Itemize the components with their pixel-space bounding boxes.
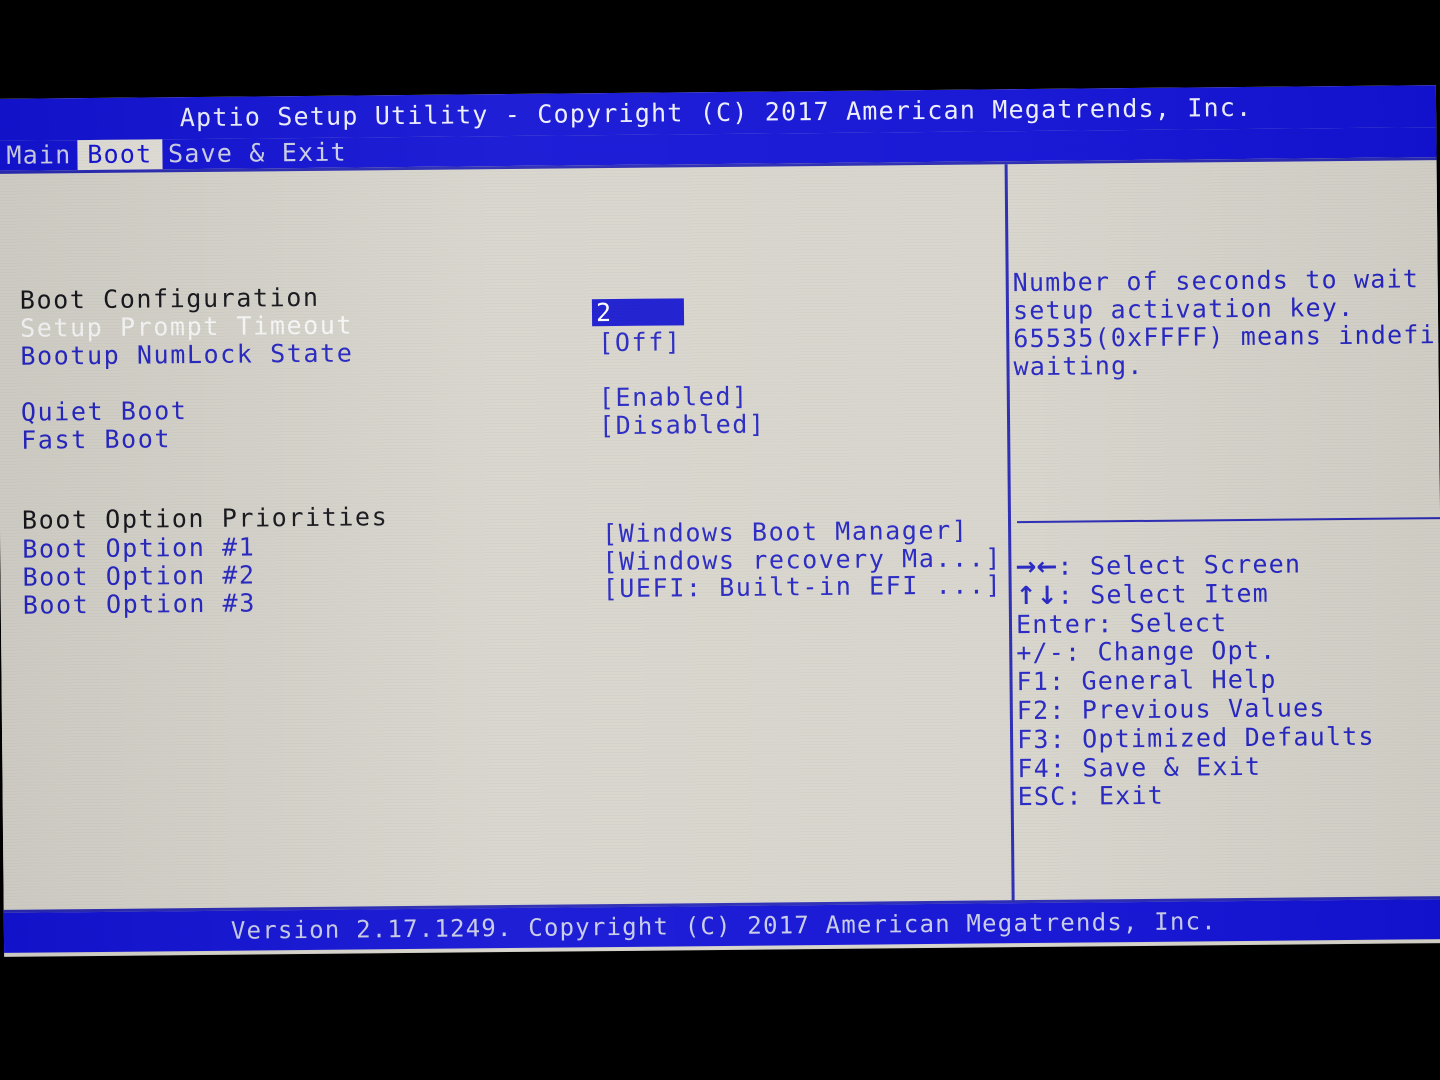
key-legend-item-1: →←: Select Screen: [1015, 549, 1301, 581]
setting-label-fast-boot[interactable]: Fast Boot: [21, 424, 171, 454]
setting-label-quiet-boot[interactable]: Quiet Boot: [21, 396, 188, 427]
section-title-boot-configuration: Boot Configuration: [19, 282, 320, 315]
setting-value-fast-boot[interactable]: [Disabled]: [599, 410, 766, 441]
key-legend-item-8: F4: Save & Exit: [1017, 751, 1262, 783]
key-legend-item-5: F1: General Help: [1016, 664, 1277, 697]
help-text-line-4: waiting.: [1013, 350, 1144, 382]
boot-option-label-3[interactable]: Boot Option #3: [23, 588, 256, 619]
key-legend-label: : Select Item: [1057, 578, 1270, 610]
help-pane: Number of seconds to wait for setup activ…: [1008, 160, 1440, 901]
key-legend-item-9: ESC: Exit: [1017, 781, 1165, 812]
arrow-key-icon: →←: [1015, 551, 1058, 582]
boot-option-label-1[interactable]: Boot Option #1: [22, 532, 255, 563]
help-text-line-3: 65535(0xFFFF) means indefinite: [1013, 319, 1440, 354]
key-legend-item-3: Enter: Select: [1015, 607, 1228, 639]
key-legend-item-4: +/-: Change Opt.: [1016, 636, 1277, 668]
tab-boot[interactable]: Boot: [77, 139, 163, 171]
help-text-line-1: Number of seconds to wait for: [1012, 263, 1440, 298]
key-legend-label: : Select Screen: [1057, 549, 1302, 581]
boot-option-label-2[interactable]: Boot Option #2: [22, 560, 255, 591]
setting-label-setup-prompt-timeout[interactable]: Setup Prompt Timeout: [20, 311, 353, 343]
boot-option-value-3[interactable]: [UEFI: Built-in EFI ...]: [603, 570, 1003, 603]
setting-value-quiet-boot[interactable]: [Enabled]: [599, 382, 749, 412]
key-legend-item-7: F3: Optimized Defaults: [1016, 721, 1375, 754]
bios-screen: Aptio Setup Utility - Copyright (C) 2017…: [0, 85, 1440, 957]
key-legend-item-2: ↑↓: Select Item: [1016, 579, 1269, 610]
help-divider: [1017, 517, 1440, 524]
tab-save-exit[interactable]: Save & Exit: [158, 137, 357, 169]
help-text-line-2: setup activation key.: [1012, 292, 1355, 326]
setting-label-bootup-numlock-state[interactable]: Bootup NumLock State: [20, 339, 353, 371]
setting-value-bootup-numlock-state[interactable]: [Off]: [598, 327, 682, 357]
section-title-boot-option-priorities: Boot Option Priorities: [21, 502, 389, 535]
key-legend-item-6: F2: Previous Values: [1016, 693, 1326, 726]
setting-input-setup-prompt-timeout[interactable]: 2: [591, 298, 685, 327]
settings-pane: Boot Configuration Setup Prompt Timeout 2 B…: [0, 164, 1012, 911]
arrow-key-icon: ↑↓: [1015, 580, 1058, 610]
tab-main[interactable]: Main: [0, 140, 82, 171]
content-frame: Boot Configuration Setup Prompt Timeout 2 B…: [0, 156, 1440, 914]
